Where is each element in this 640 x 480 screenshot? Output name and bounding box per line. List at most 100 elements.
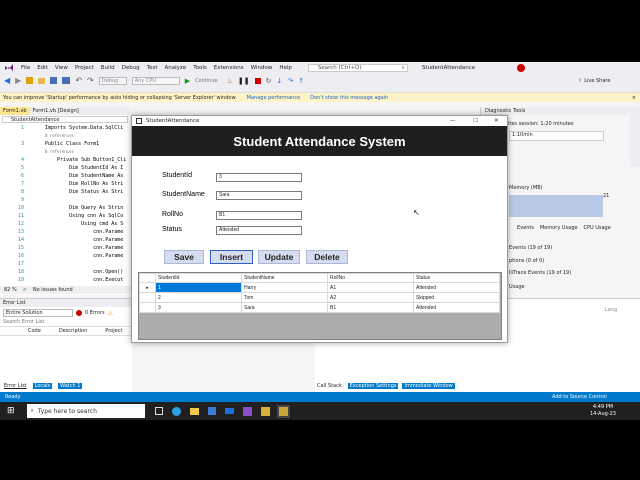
save-icon[interactable] [50, 77, 58, 84]
code-line-text[interactable]: 0 references [45, 133, 74, 138]
tab-watch-1[interactable]: Watch 1 [58, 383, 83, 389]
code-line-text[interactable]: Imports System.Data.SqlCli [45, 125, 123, 131]
restart-icon[interactable]: ↻ [266, 77, 272, 85]
col-studentid[interactable]: StudentId [155, 273, 242, 283]
code-line-text[interactable]: Public Class Form1 [45, 141, 99, 147]
menu-debug[interactable]: Debug [122, 65, 140, 71]
back-icon[interactable]: ◀ [4, 76, 10, 85]
code-line-text[interactable]: Dim StudentName As [45, 173, 123, 179]
tab-form1-design[interactable]: Form1.vb [Design] [30, 107, 82, 115]
menu-project[interactable]: Project [75, 65, 94, 71]
flame-icon[interactable]: ♨ [227, 77, 233, 85]
close-icon[interactable]: ✕ [494, 118, 499, 124]
code-line-text[interactable]: cnn.Execut [45, 277, 123, 283]
table-cell[interactable]: Harry [241, 282, 328, 293]
menu-test[interactable]: Test [147, 65, 158, 71]
col-description[interactable]: Description [59, 328, 87, 334]
table-row[interactable]: 3 Sara B1 Attended [139, 302, 500, 313]
menu-tools[interactable]: Tools [193, 65, 207, 71]
maximize-icon[interactable]: ☐ [473, 118, 478, 124]
source-control-button[interactable]: Add to Source Control [552, 394, 607, 400]
table-cell[interactable]: 1 [155, 282, 242, 293]
row-selector-icon[interactable]: ▸ [139, 282, 156, 293]
save-button[interactable]: Save [164, 250, 204, 264]
menu-build[interactable]: Build [101, 65, 115, 71]
app-running-icon[interactable] [276, 404, 290, 418]
errors-count[interactable]: 0 Errors [85, 310, 105, 316]
menu-edit[interactable]: Edit [37, 65, 48, 71]
solution-explorer-tab[interactable] [630, 107, 640, 167]
new-project-icon[interactable] [26, 77, 34, 84]
code-line-text[interactable]: cnn.Parame [45, 237, 123, 243]
close-infobar-icon[interactable]: × [632, 95, 636, 101]
studentid-input[interactable]: 3 [216, 173, 302, 182]
error-search[interactable]: Search Error List [0, 319, 132, 327]
rollno-input[interactable]: B1 [216, 211, 302, 220]
tab-form1-vb[interactable]: Form1.vb [0, 107, 30, 115]
table-cell[interactable]: A2 [327, 292, 414, 303]
delete-button[interactable]: Delete [306, 250, 348, 264]
manage-performance-link[interactable]: Manage performance [247, 95, 300, 101]
notification-badge[interactable] [517, 63, 526, 72]
code-line-text[interactable]: cnn.Parame [45, 229, 123, 235]
snip-tool-icon[interactable] [260, 406, 270, 416]
error-scope-dropdown[interactable]: Entire Solution [3, 309, 73, 317]
col-project[interactable]: Project [105, 328, 122, 334]
menu-view[interactable]: View [55, 65, 68, 71]
visual-studio-taskbar-icon[interactable] [242, 406, 252, 416]
config-dropdown[interactable]: Debug [98, 76, 127, 85]
table-cell[interactable]: B1 [327, 302, 414, 313]
clock-date[interactable]: 14-Aug-23 [590, 411, 616, 418]
clock-time[interactable]: 4:49 PM [590, 404, 616, 411]
tab-locals[interactable]: Locals [32, 383, 53, 389]
code-line-text[interactable]: Dim Status As Stri [45, 189, 123, 195]
students-datagrid[interactable]: StudentId StudentName RollNo Status ▸ 1 … [138, 272, 502, 340]
minimize-icon[interactable]: — [450, 118, 456, 124]
mail-icon[interactable] [224, 408, 234, 414]
step-over-icon[interactable]: ↷ [287, 77, 293, 85]
save-all-icon[interactable] [62, 77, 71, 84]
menu-extensions[interactable]: Extensions [214, 65, 244, 71]
tab-cpu-usage[interactable]: CPU Usage [583, 225, 610, 231]
step-out-icon[interactable]: ↑ [298, 77, 304, 85]
tab-error-list[interactable]: Error List [4, 383, 27, 389]
table-cell[interactable]: Sara [241, 302, 328, 313]
row-selector[interactable] [139, 292, 156, 303]
continue-play-icon[interactable]: ▶ [185, 77, 190, 85]
redo-icon[interactable]: ↷ [87, 76, 94, 85]
table-cell[interactable]: 2 [155, 292, 242, 303]
zoom-level[interactable]: 82 % [4, 287, 17, 293]
code-line-text[interactable]: Using cnn As SqlCo [45, 213, 123, 219]
search-box[interactable]: Search (Ctrl+Q) ⌕ [307, 63, 408, 72]
live-share-button[interactable]: ⇪ Live Share [578, 78, 610, 84]
update-button[interactable]: Update [258, 250, 300, 264]
dont-show-link[interactable]: Don't show this message again [310, 95, 388, 101]
col-code[interactable]: Code [28, 328, 41, 334]
tab-immediate-window[interactable]: Immediate Window [402, 383, 455, 389]
tab-events[interactable]: Events [517, 225, 534, 231]
status-input[interactable]: Attended [216, 226, 302, 235]
platform-dropdown[interactable]: Any CPU [131, 76, 180, 85]
studentname-input[interactable]: Sara [216, 191, 302, 200]
pause-icon[interactable]: ❚❚ [238, 77, 250, 85]
code-line-text[interactable]: Dim Query As Strin [45, 205, 123, 211]
code-line-text[interactable]: Private Sub Button1_Cli [45, 157, 126, 163]
store-icon[interactable] [207, 407, 216, 415]
table-cell[interactable]: Tom [241, 292, 328, 303]
table-cell[interactable]: A1 [327, 282, 414, 293]
code-line-text[interactable]: 0 references [45, 149, 74, 154]
col-rollno[interactable]: RollNo [327, 273, 414, 283]
code-line-text[interactable]: cnn.Open() [45, 269, 123, 275]
code-editor[interactable]: StudentAttendance 1 Imports System.Data.S… [0, 115, 132, 295]
col-studentname[interactable]: StudentName [241, 273, 328, 283]
menu-analyze[interactable]: Analyze [165, 65, 187, 71]
code-line-text[interactable]: Dim StudentId As I [45, 165, 123, 171]
warning-icon[interactable]: ⚠ [108, 310, 113, 317]
task-view-icon[interactable] [154, 407, 163, 415]
undo-icon[interactable]: ↶ [75, 76, 82, 85]
tab-call-stack[interactable]: Call Stack [315, 383, 344, 389]
table-cell[interactable]: Attended [413, 282, 500, 293]
code-line-text[interactable]: cnn.Parame [45, 245, 123, 251]
file-explorer-icon[interactable] [189, 407, 199, 415]
table-row[interactable]: ▸ 1 Harry A1 Attended [139, 282, 500, 293]
